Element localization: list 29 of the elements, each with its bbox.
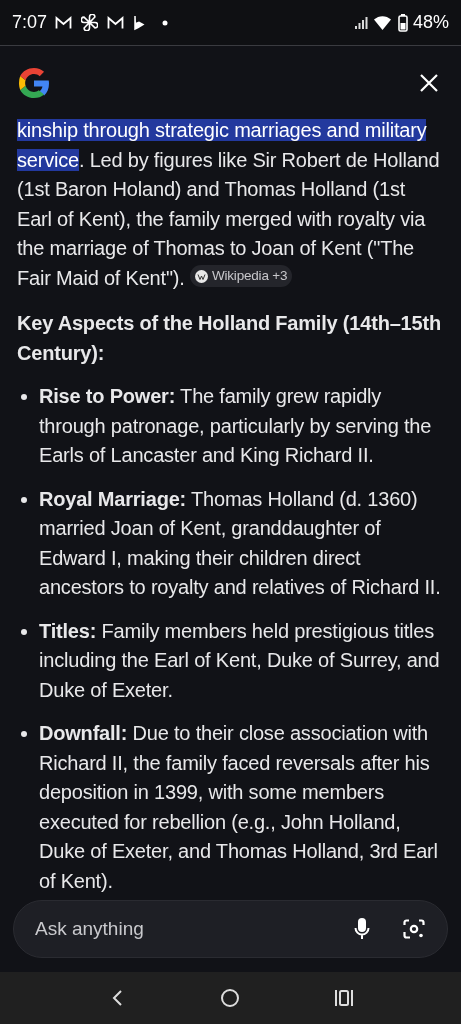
wikipedia-icon: [194, 269, 208, 283]
close-icon: [419, 73, 439, 93]
pinwheel-icon: [81, 14, 99, 31]
microphone-icon[interactable]: [354, 917, 370, 941]
recent-apps-icon: [334, 989, 355, 1007]
ask-field[interactable]: Ask anything: [13, 900, 448, 958]
battery-icon: [397, 13, 408, 32]
source-chip[interactable]: Wikipedia +3: [189, 265, 293, 287]
wifi-icon: [372, 14, 393, 31]
camera-lens-icon[interactable]: [403, 918, 425, 940]
bullet-icon: [21, 628, 27, 635]
battery-percent: 48%: [412, 11, 449, 34]
bullet-text: Downfall: Due to their close association with Richard II, the family faced reversals after his deposition in 1399, with some members executed for rebellion (e.g., John Holland, Duke of Exeter, and Thomas Holland, 3rd Earl of Kent).: [39, 721, 439, 892]
mail-icon: [107, 15, 125, 30]
signal-icon: [353, 15, 368, 30]
bullet-icon: [21, 394, 27, 400]
bullet-icon: [21, 496, 27, 503]
section-heading: Key Aspects of the Holland Family (14th–15th Century):: [17, 311, 442, 366]
dot-icon: [162, 19, 169, 26]
bullet-text: Royal Marriage: Thomas Holland (d. 1360) married Joan of Kent, granddaughter of Edward I, making their children direct ancestors to royalty and relatives of Richard II.: [39, 486, 442, 600]
google-logo-icon: [16, 65, 52, 101]
home-icon: [220, 988, 241, 1008]
ask-input-field[interactable]: Ask anything: [35, 914, 354, 944]
bullet-icon: [21, 731, 27, 737]
mail-icon: [55, 15, 73, 30]
back-icon: [110, 989, 123, 1007]
bullet-text: Rise to Power: The family grew rapidly through patronage, particularly by serving the Earls of Lancaster and King Richard II.: [39, 384, 433, 468]
bullet-text: Titles: Family members held prestigious titles including the Earl of Kent, Duke of Surrey, and Duke of Exeter.: [39, 618, 441, 703]
status-time: 7:07: [12, 11, 48, 34]
